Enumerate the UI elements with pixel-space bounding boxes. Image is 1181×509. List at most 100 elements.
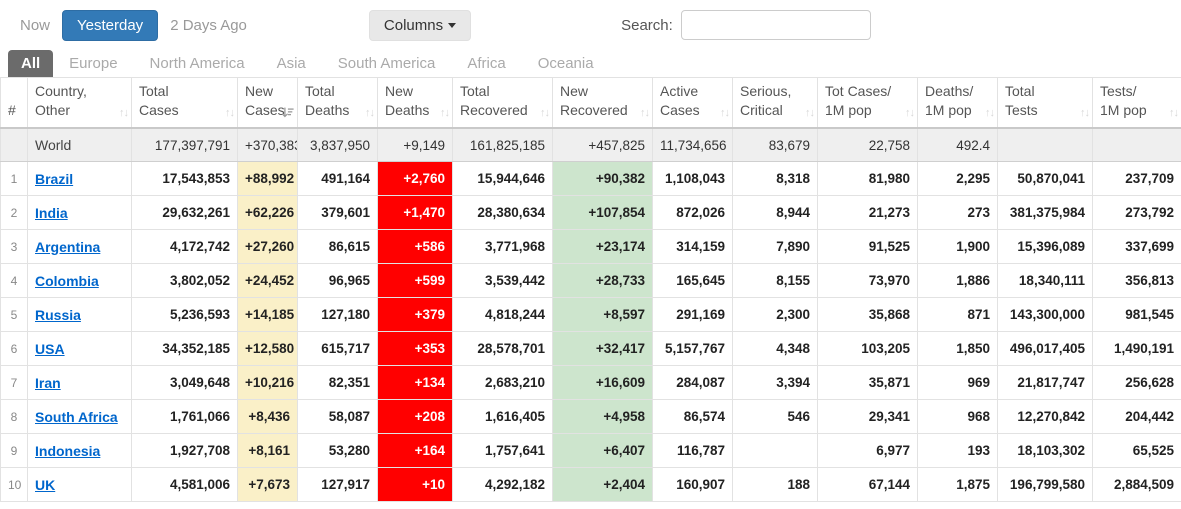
- active_cases-cell: 1,108,043: [652, 161, 733, 197]
- column-header-tests_1m[interactable]: Tests/1M pop ↑↓: [1092, 76, 1181, 129]
- new_recovered-cell: +32,417: [552, 331, 653, 367]
- new_recovered-cell: +16,609: [552, 365, 653, 401]
- total_recovered-cell: 1,616,405: [452, 399, 553, 435]
- country-link[interactable]: India: [35, 205, 68, 221]
- country-link[interactable]: Russia: [35, 307, 81, 323]
- country-link[interactable]: USA: [35, 341, 65, 357]
- country-link[interactable]: Indonesia: [35, 443, 100, 459]
- tests_1m-cell: 204,442: [1092, 399, 1181, 435]
- active_cases-cell: 5,157,767: [652, 331, 733, 367]
- tot_cases_1m-cell: 6,977: [817, 433, 918, 469]
- tot_cases_1m-cell: 103,205: [817, 331, 918, 367]
- search-input[interactable]: [680, 10, 871, 40]
- column-label: Deaths/1M pop: [925, 83, 974, 118]
- new_recovered-cell: +23,174: [552, 229, 653, 265]
- column-header-total_cases[interactable]: Total Cases ↑↓: [131, 76, 238, 129]
- new_deaths-cell: +379: [377, 297, 453, 333]
- column-label: Active Cases: [660, 83, 700, 118]
- country-cell: Indonesia: [27, 433, 132, 469]
- tab-oceania[interactable]: Oceania: [522, 50, 610, 77]
- total_deaths-cell: 96,965: [297, 263, 378, 299]
- sort-both-icon: ↑↓: [640, 106, 650, 119]
- country-cell: Brazil: [27, 161, 132, 197]
- yesterday-button[interactable]: Yesterday: [62, 9, 159, 41]
- column-header-total_recovered[interactable]: Total Recovered ↑↓: [452, 76, 553, 129]
- sort-both-icon: ↑↓: [905, 106, 915, 119]
- new_cases-cell: +27,260: [237, 229, 298, 265]
- column-header-total_tests[interactable]: Total Tests ↑↓: [997, 76, 1093, 129]
- column-header-total_deaths[interactable]: Total Deaths ↑↓: [297, 76, 378, 129]
- column-header-country[interactable]: Country, Other ↑↓: [27, 76, 132, 129]
- new_cases-cell: +7,673: [237, 467, 298, 503]
- column-header-new_deaths[interactable]: New Deaths ↑↓: [377, 76, 453, 129]
- country-link[interactable]: Brazil: [35, 171, 73, 187]
- column-header-active_cases[interactable]: Active Cases ↑↓: [652, 76, 733, 129]
- column-header-deaths_1m[interactable]: Deaths/1M pop ↑↓: [917, 76, 998, 129]
- total_cases-cell: 5,236,593: [131, 297, 238, 333]
- now-button[interactable]: Now: [8, 11, 62, 40]
- serious_critical-cell: 546: [732, 399, 818, 435]
- tot_cases_1m-cell: 22,758: [817, 126, 918, 163]
- country-cell: Argentina: [27, 229, 132, 265]
- country-link[interactable]: South Africa: [35, 409, 118, 425]
- total_recovered-cell: 4,818,244: [452, 297, 553, 333]
- rank-cell: 2: [0, 195, 28, 231]
- deaths_1m-cell: 2,295: [917, 161, 998, 197]
- column-header-new_cases[interactable]: New Cases: [237, 76, 298, 129]
- column-label: Total Recovered: [460, 83, 528, 118]
- tab-africa[interactable]: Africa: [451, 50, 521, 77]
- country-cell: UK: [27, 467, 132, 503]
- total_recovered-cell: 28,578,701: [452, 331, 553, 367]
- column-label: Total Cases: [139, 83, 179, 118]
- caret-down-icon: [448, 23, 457, 29]
- total_tests-cell: 143,300,000: [997, 297, 1093, 333]
- tot_cases_1m-cell: 29,341: [817, 399, 918, 435]
- tab-europe[interactable]: Europe: [53, 50, 133, 77]
- deaths_1m-cell: 968: [917, 399, 998, 435]
- rank-cell: 7: [0, 365, 28, 401]
- sort-both-icon: ↑↓: [540, 106, 550, 119]
- tot_cases_1m-cell: 21,273: [817, 195, 918, 231]
- sort-desc-active-icon: [281, 106, 294, 119]
- column-header-rank: #: [0, 76, 28, 129]
- rank-cell: 6: [0, 331, 28, 367]
- country-cell: World: [27, 126, 132, 163]
- total_tests-cell: 21,817,747: [997, 365, 1093, 401]
- new_cases-cell: +24,452: [237, 263, 298, 299]
- country-link[interactable]: Iran: [35, 375, 61, 391]
- table-header-row: # Country, Other ↑↓ Total Cases ↑↓ New Cases Tota…: [0, 76, 1181, 129]
- rank-cell: [0, 126, 28, 163]
- serious_critical-cell: 83,679: [732, 126, 818, 163]
- tests_1m-cell: 356,813: [1092, 263, 1181, 299]
- new_deaths-cell: +599: [377, 263, 453, 299]
- sort-both-icon: ↑↓: [365, 106, 375, 119]
- serious_critical-cell: 188: [732, 467, 818, 503]
- tab-north-america[interactable]: North America: [134, 50, 261, 77]
- total_cases-cell: 1,927,708: [131, 433, 238, 469]
- deaths_1m-cell: 1,886: [917, 263, 998, 299]
- serious_critical-cell: 8,318: [732, 161, 818, 197]
- continent-tabs: All Europe North America Asia South America A…: [0, 48, 1181, 77]
- column-header-tot_cases_1m[interactable]: Tot Cases/1M pop ↑↓: [817, 76, 918, 129]
- rank-cell: 9: [0, 433, 28, 469]
- total_cases-cell: 17,543,853: [131, 161, 238, 197]
- new_cases-cell: +88,992: [237, 161, 298, 197]
- sort-both-icon: ↑↓: [225, 106, 235, 119]
- country-link[interactable]: Argentina: [35, 239, 100, 255]
- column-header-new_recovered[interactable]: New Recovered ↑↓: [552, 76, 653, 129]
- total_cases-cell: 4,581,006: [131, 467, 238, 503]
- column-label: New Recovered: [560, 83, 628, 118]
- total_recovered-cell: 3,539,442: [452, 263, 553, 299]
- country-link[interactable]: Colombia: [35, 273, 99, 289]
- tab-all[interactable]: All: [8, 50, 54, 77]
- tot_cases_1m-cell: 73,970: [817, 263, 918, 299]
- country-cell: India: [27, 195, 132, 231]
- country-link[interactable]: UK: [35, 477, 55, 493]
- total_cases-cell: 3,049,648: [131, 365, 238, 401]
- tab-south-america[interactable]: South America: [322, 50, 452, 77]
- two-days-ago-button[interactable]: 2 Days Ago: [158, 11, 259, 40]
- columns-dropdown-button[interactable]: Columns: [368, 9, 472, 41]
- column-header-serious_critical[interactable]: Serious, Critical ↑↓: [732, 76, 818, 129]
- tests_1m-cell: 337,699: [1092, 229, 1181, 265]
- tab-asia[interactable]: Asia: [261, 50, 322, 77]
